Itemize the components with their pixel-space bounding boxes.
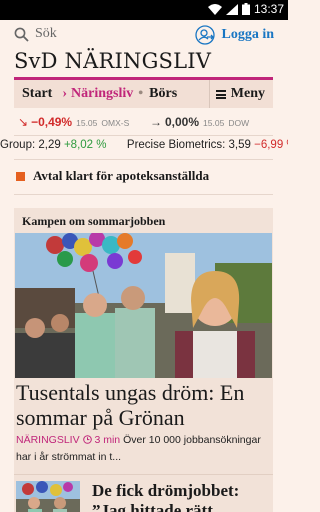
- index-time: 15.05: [76, 118, 98, 128]
- section-nav: Start › Näringsliv • Börs Meny: [14, 80, 273, 108]
- ticker-change: +8,02 %: [63, 139, 107, 151]
- hamburger-icon: [215, 89, 226, 99]
- market-indices: ↘ −0,49% 15.05 OMX-S → 0,00% 15.05 DOW: [18, 115, 278, 131]
- clock-icon: [82, 435, 92, 444]
- photo-illustration: [15, 233, 272, 378]
- index-change: −0,49%: [31, 115, 73, 129]
- thumbnail-illustration: [16, 481, 80, 512]
- search-label: Sök: [35, 26, 57, 41]
- signal-icon: [225, 3, 238, 15]
- wifi-icon: [207, 3, 222, 15]
- chevron-right-icon: ›: [62, 86, 67, 101]
- index-omxs[interactable]: ↘ −0,49% 15.05 OMX-S: [18, 115, 150, 129]
- divider: [14, 135, 273, 136]
- article-section[interactable]: NÄRINGSLIV: [16, 434, 80, 446]
- index-name: DOW: [228, 118, 250, 128]
- trend-flat-icon: →: [150, 115, 162, 129]
- article-byline: NÄRINGSLIV 3 min Över 10 000 jobbansökni…: [16, 432, 272, 466]
- ticker-price: 2,29: [38, 139, 61, 151]
- separator-dot: •: [138, 86, 144, 101]
- article-photo[interactable]: [15, 233, 272, 378]
- search-icon: [14, 27, 29, 42]
- divider: [14, 159, 273, 160]
- related-article-headline[interactable]: De fick drömjobbet: ”Jag hittade rätt: [92, 481, 270, 512]
- trend-down-icon: ↘: [18, 115, 29, 129]
- ticker-name: Precise Biometrics:: [126, 139, 226, 151]
- breaking-marker-icon: [16, 171, 25, 181]
- login-button[interactable]: Logga in: [195, 25, 274, 45]
- nav-current-section[interactable]: Näringsliv: [71, 86, 133, 102]
- breaking-news-link[interactable]: Avtal klart för apoteksanställda: [16, 168, 209, 184]
- ticker-price: 3,59: [228, 139, 251, 151]
- ticker-name: Group:: [0, 139, 36, 151]
- topic-heading[interactable]: Kampen om sommarjobben: [22, 214, 165, 229]
- user-icon: [195, 25, 216, 45]
- menu-button[interactable]: Meny: [208, 80, 273, 108]
- related-article-thumbnail[interactable]: [16, 481, 80, 512]
- article-headline[interactable]: Tusentals ungas dröm: En sommar på Gröna…: [16, 380, 272, 430]
- stock-ticker[interactable]: Group: 2,29 +8,02 % Precise Biometrics: …: [0, 139, 288, 155]
- read-time: 3 min: [94, 434, 121, 446]
- index-change: 0,00%: [165, 115, 200, 129]
- index-dow[interactable]: → 0,00% 15.05 DOW: [150, 115, 249, 129]
- nav-bors-link[interactable]: Börs: [149, 86, 177, 102]
- top-bar: Sök Logga in: [0, 20, 288, 50]
- index-name: OMX-S: [101, 118, 130, 128]
- divider: [14, 194, 273, 195]
- nav-start-link[interactable]: Start: [22, 86, 52, 102]
- breaking-news-text: Avtal klart för apoteksanställda: [33, 168, 210, 183]
- menu-label: Meny: [230, 86, 265, 101]
- feature-article-card[interactable]: Kampen om sommarjobben Tusentals ungas d…: [14, 208, 273, 512]
- ticker-item: Precise Biometrics: 3,59 −6,99 %: [127, 139, 288, 151]
- ticker-item: Group: 2,29 +8,02 %: [0, 139, 107, 151]
- related-article[interactable]: De fick drömjobbet: ”Jag hittade rätt: [14, 474, 273, 512]
- site-logo[interactable]: SvD NÄRINGSLIV: [14, 49, 211, 73]
- battery-icon: [241, 3, 250, 15]
- status-bar: 13:37: [0, 0, 288, 20]
- search-button[interactable]: Sök: [14, 26, 57, 42]
- index-time: 15.05: [203, 118, 225, 128]
- login-label: Logga in: [221, 27, 274, 42]
- clock: 13:37: [253, 2, 284, 16]
- ticker-change: −6,99 %: [254, 139, 288, 151]
